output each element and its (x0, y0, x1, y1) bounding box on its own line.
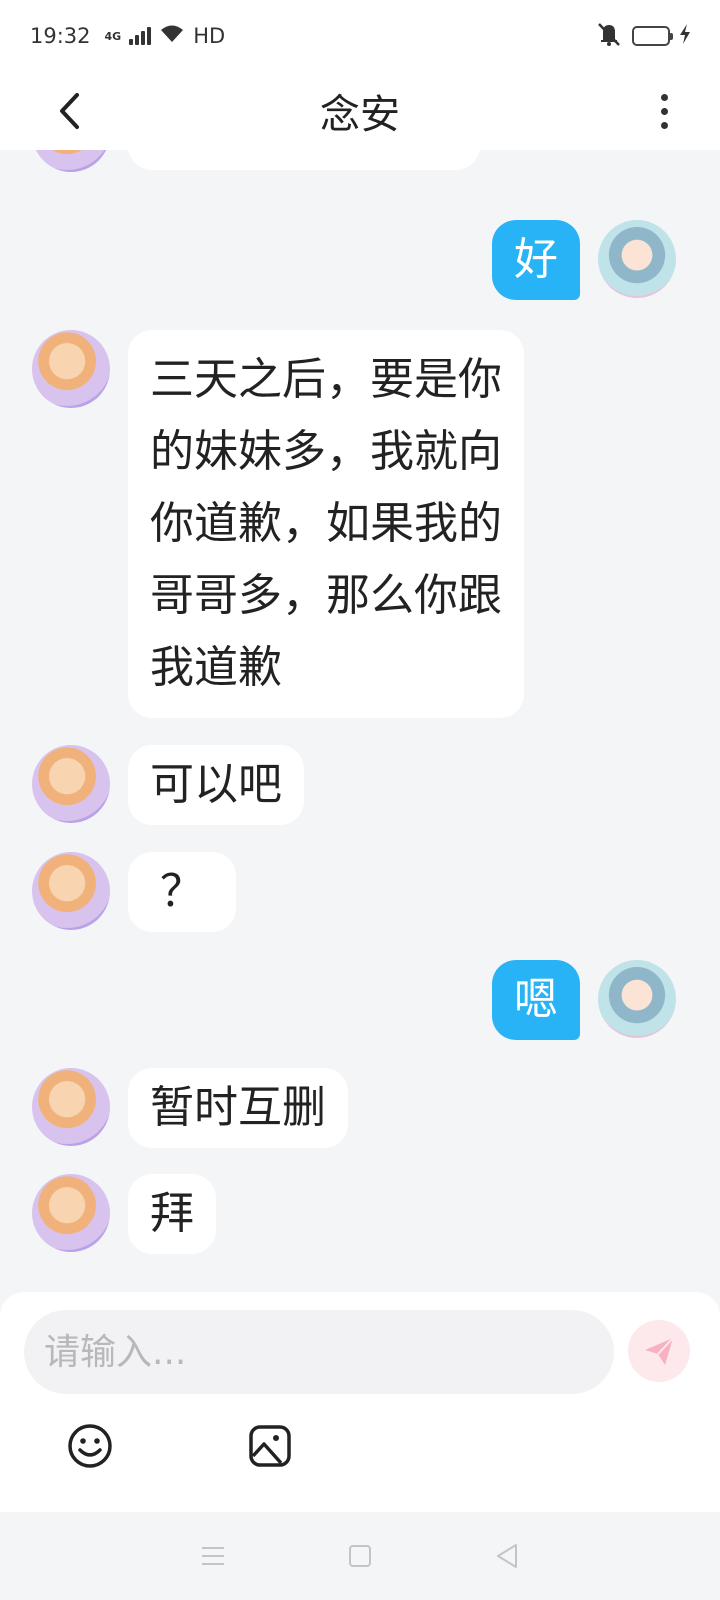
message-input[interactable] (24, 1310, 614, 1394)
nav-home-button[interactable] (342, 1538, 378, 1574)
back-button[interactable] (44, 84, 94, 138)
peer-avatar[interactable] (32, 1174, 110, 1252)
charging-icon (678, 23, 692, 50)
composer (0, 1292, 720, 1512)
message-bubble[interactable]: 好 (492, 220, 580, 300)
menu-icon (202, 1547, 225, 1565)
more-vertical-icon (660, 93, 668, 101)
chat-header: 念安 (0, 72, 720, 150)
status-right (594, 21, 692, 52)
mute-icon (594, 21, 624, 52)
my-avatar[interactable] (598, 220, 676, 298)
message-bubble[interactable]: ？ (128, 852, 236, 932)
message-bubble[interactable]: 拜 (128, 1174, 216, 1254)
message-line: 的妹妹多，我就向 (150, 426, 502, 477)
image-icon (249, 1425, 291, 1467)
peer-avatar[interactable] (32, 150, 110, 172)
more-options-button[interactable] (644, 84, 684, 138)
square-icon (348, 1545, 371, 1567)
peer-avatar[interactable] (32, 852, 110, 930)
triangle-back-icon (496, 1544, 517, 1568)
message-bubble[interactable]: 嗯 (492, 960, 580, 1040)
hd-label: HD (193, 24, 226, 48)
message-line: 三天之后，要是你 (150, 354, 502, 405)
peer-avatar[interactable] (32, 1068, 110, 1146)
network-type: 4G (104, 29, 122, 43)
chat-title: 念安 (320, 92, 400, 138)
clock: 19:32 (30, 24, 91, 48)
image-button[interactable] (244, 1420, 296, 1472)
send-button[interactable] (628, 1320, 690, 1382)
message-bubble[interactable]: 那我们就比比看 (128, 150, 480, 170)
message-bubble[interactable]: 暂时互删 (128, 1068, 348, 1148)
message-line: 我道歉 (150, 642, 282, 693)
battery-icon (632, 26, 673, 46)
message-bubble[interactable]: 三天之后，要是你 的妹妹多，我就向 你道歉，如果我的 哥哥多，那么你跟 我道歉 (128, 330, 524, 718)
my-avatar[interactable] (598, 960, 676, 1038)
message-line: 哥哥多，那么你跟 (150, 570, 502, 621)
system-nav-bar (0, 1512, 720, 1600)
wifi-icon (159, 24, 185, 49)
emoji-button[interactable] (64, 1420, 116, 1472)
emoji-icon (68, 1424, 112, 1468)
status-left: 19:32 4G HD (30, 24, 225, 49)
send-icon (645, 1337, 674, 1365)
signal-icon (129, 27, 152, 45)
nav-menu-button[interactable] (195, 1538, 231, 1574)
status-bar: 19:32 4G HD (0, 0, 720, 72)
message-line: 你道歉，如果我的 (150, 498, 502, 549)
message-bubble[interactable]: 可以吧 (128, 745, 304, 825)
peer-avatar[interactable] (32, 330, 110, 408)
message-list[interactable]: 那我们就比比看 好 三天之后，要是你 的妹妹多，我就向 你道歉，如果我的 哥哥多… (0, 150, 720, 1290)
peer-avatar[interactable] (32, 745, 110, 823)
chevron-left-icon (60, 93, 79, 129)
nav-back-button[interactable] (489, 1538, 525, 1574)
